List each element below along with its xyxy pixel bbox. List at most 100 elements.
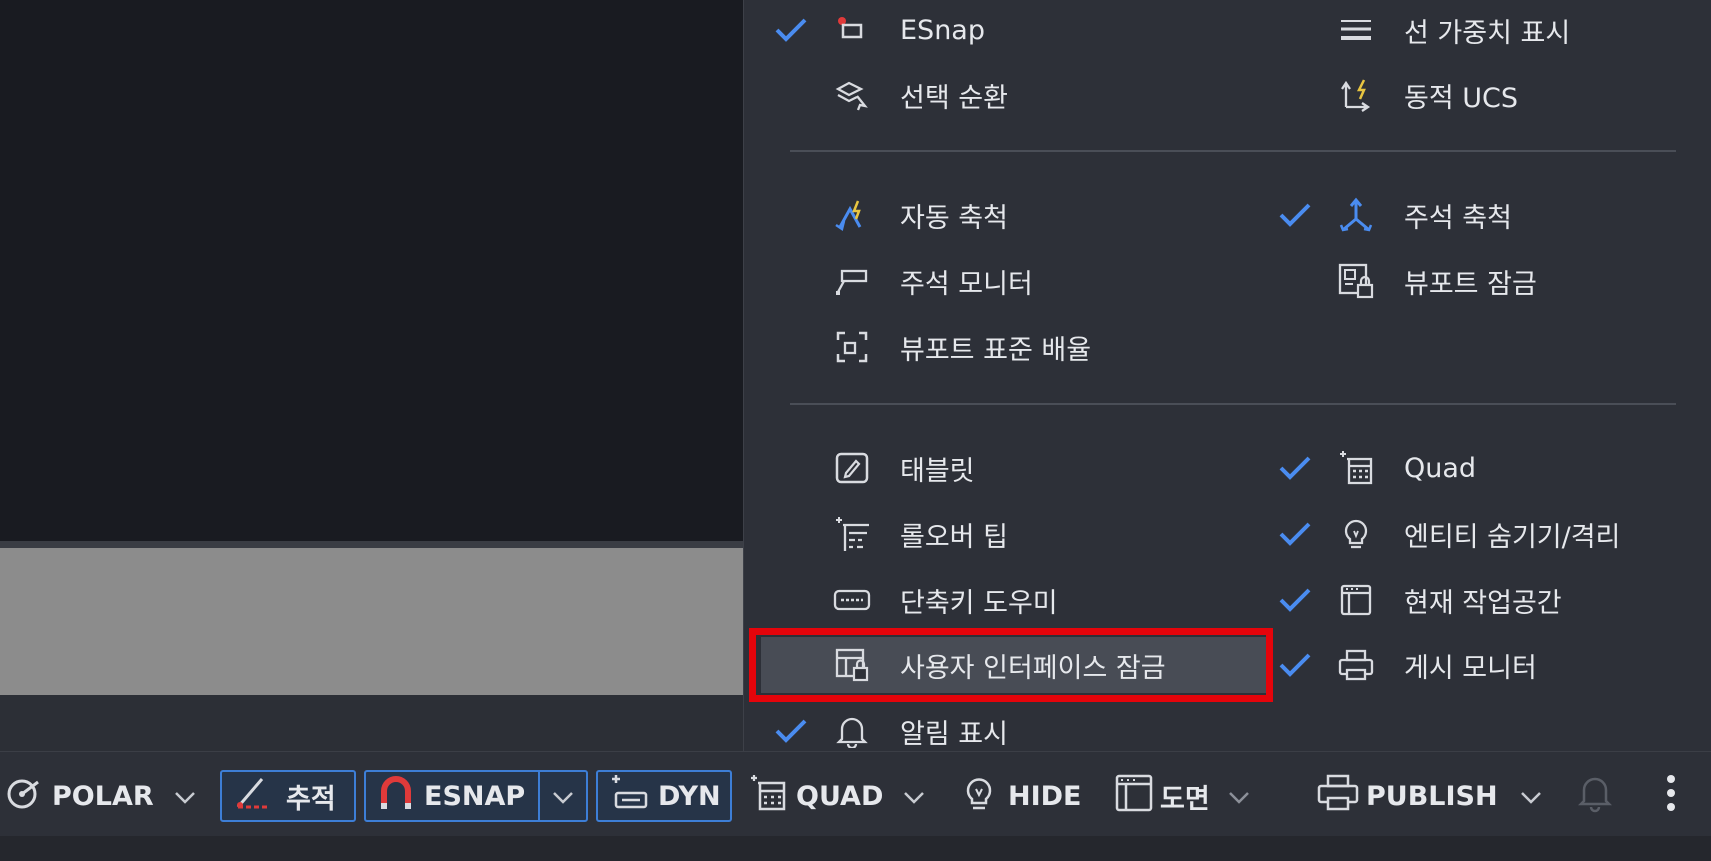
menu-item-label: 현재 작업공간 (1404, 587, 1562, 619)
checkmark-icon (771, 711, 811, 751)
menu-item-annotation-monitor[interactable]: 주석 모니터 (744, 256, 1264, 306)
tracking-label: 추적 (286, 783, 336, 815)
viewport-lock-icon (1336, 261, 1376, 301)
layout-button[interactable]: 도면 (1114, 770, 1274, 822)
dyn-label: DYN (658, 780, 721, 812)
menu-item-current-workspace[interactable]: 현재 작업공간 (1275, 575, 1705, 625)
menu-item-label: 자동 축척 (900, 202, 1008, 234)
chevron-down-icon[interactable] (1520, 781, 1542, 812)
annotation-scale-icon (1336, 195, 1376, 235)
menu-item-rollover-tips[interactable]: 롤오버 팁 (744, 509, 1264, 559)
workspace-icon (1336, 580, 1376, 620)
menu-item-label: 엔티티 숨기기/격리 (1404, 521, 1621, 553)
polar-icon (4, 773, 44, 820)
chevron-down-icon[interactable] (903, 781, 925, 812)
rollover-tip-icon (832, 514, 872, 554)
magnet-icon (376, 773, 416, 820)
lightbulb-icon (962, 773, 996, 820)
checkmark-icon (1275, 448, 1315, 488)
quad-button[interactable]: QUAD (748, 770, 938, 822)
menu-item-auto-scale[interactable]: 자동 축척 (744, 190, 1264, 240)
menu-item-label: 동적 UCS (1404, 82, 1519, 114)
annotation-monitor-icon (832, 261, 872, 301)
esnap-icon (832, 10, 872, 50)
esnap-label: ESNAP (424, 780, 526, 812)
highlight-annotation-box (749, 628, 1273, 702)
publish-button[interactable]: PUBLISH (1316, 770, 1556, 822)
split-divider (538, 770, 540, 822)
menu-item-annotation-scale[interactable]: 주석 축척 (1275, 190, 1705, 240)
menu-item-lineweight[interactable]: 선 가중치 표시 (1275, 5, 1705, 55)
menu-item-selection-cycling[interactable]: 선택 순환 (744, 70, 1264, 120)
menu-item-label: 롤오버 팁 (900, 521, 1008, 553)
esnap-button[interactable]: ESNAP (364, 770, 588, 822)
publish-label: PUBLISH (1366, 780, 1498, 812)
layout-icon (1114, 773, 1154, 820)
checkmark-icon (771, 10, 811, 50)
dyn-icon (608, 773, 650, 820)
viewport-scale-icon (832, 327, 872, 367)
menu-item-label: 태블릿 (900, 455, 975, 487)
polar-button[interactable]: POLAR (4, 770, 214, 822)
menu-item-dynamic-ucs[interactable]: 동적 UCS (1275, 70, 1705, 120)
quad-icon (1336, 448, 1376, 488)
tablet-icon (832, 448, 872, 488)
publish-monitor-icon (1336, 645, 1376, 685)
menu-item-label: 선 가중치 표시 (1404, 17, 1571, 49)
menu-item-label: 알림 표시 (900, 718, 1008, 750)
menu-item-shortcut-helper[interactable]: 단축키 도우미 (744, 575, 1264, 625)
bell-icon (1577, 773, 1613, 820)
checkmark-icon (1275, 195, 1315, 235)
menu-item-label: 주석 모니터 (900, 268, 1033, 300)
menu-item-publish-monitor[interactable]: 게시 모니터 (1275, 640, 1705, 690)
menu-item-esnap[interactable]: ESnap (744, 5, 1264, 55)
polar-label: POLAR (52, 780, 154, 812)
chevron-down-icon[interactable] (1228, 781, 1250, 812)
lightbulb-icon (1336, 514, 1376, 554)
command-panel (0, 548, 743, 695)
menu-item-label: 선택 순환 (900, 82, 1008, 114)
drawing-canvas[interactable] (0, 0, 743, 541)
hide-label: HIDE (1008, 780, 1082, 812)
hide-button[interactable]: HIDE (962, 770, 1092, 822)
dyn-button[interactable]: DYN (596, 770, 732, 822)
chevron-down-icon[interactable] (552, 781, 574, 812)
layout-label: 도면 (1160, 783, 1210, 815)
menu-item-label: Quad (1404, 452, 1477, 484)
window-bottom-edge (0, 836, 1711, 861)
shortcut-helper-icon (832, 580, 872, 620)
menu-item-hide-isolate[interactable]: 엔티티 숨기기/격리 (1275, 509, 1705, 559)
tracking-icon (232, 773, 272, 820)
quad-label: QUAD (796, 780, 884, 812)
checkmark-icon (1275, 580, 1315, 620)
menu-item-label: 뷰포트 잠금 (1404, 268, 1537, 300)
more-options-button[interactable] (1656, 770, 1686, 822)
selection-cycling-icon (832, 75, 872, 115)
auto-scale-icon (832, 195, 872, 235)
checkmark-icon (1275, 645, 1315, 685)
menu-item-notifications[interactable]: 알림 표시 (744, 706, 1264, 756)
bell-icon (832, 711, 872, 751)
app-window: ESnap 선택 순환 자동 축척 주석 모니터 뷰포트 표준 배율 태블릿 롤… (0, 0, 1711, 861)
menu-item-label: 뷰포트 표준 배율 (900, 334, 1092, 366)
lineweight-icon (1336, 10, 1376, 50)
command-line-area[interactable] (0, 695, 743, 751)
quad-icon (748, 773, 788, 820)
menu-item-viewport-lock[interactable]: 뷰포트 잠금 (1275, 256, 1705, 306)
menu-item-quad[interactable]: Quad (1275, 443, 1705, 493)
tracking-button[interactable]: 추적 (220, 770, 356, 822)
publish-icon (1316, 773, 1360, 820)
menu-item-label: ESnap (900, 14, 985, 46)
menu-item-label: 단축키 도우미 (900, 587, 1058, 619)
chevron-down-icon[interactable] (174, 781, 196, 812)
kebab-menu-icon (1666, 773, 1676, 820)
menu-item-label: 주석 축척 (1404, 202, 1512, 234)
dynamic-ucs-icon (1336, 75, 1376, 115)
menu-item-tablet[interactable]: 태블릿 (744, 443, 1264, 493)
notification-bell-button[interactable] (1577, 770, 1618, 822)
panel-divider (0, 541, 743, 548)
status-bar-customization-menu: ESnap 선택 순환 자동 축척 주석 모니터 뷰포트 표준 배율 태블릿 롤… (743, 0, 1711, 776)
menu-divider (790, 403, 1676, 405)
menu-item-label: 게시 모니터 (1404, 652, 1537, 684)
menu-item-viewport-scale[interactable]: 뷰포트 표준 배율 (744, 322, 1264, 372)
